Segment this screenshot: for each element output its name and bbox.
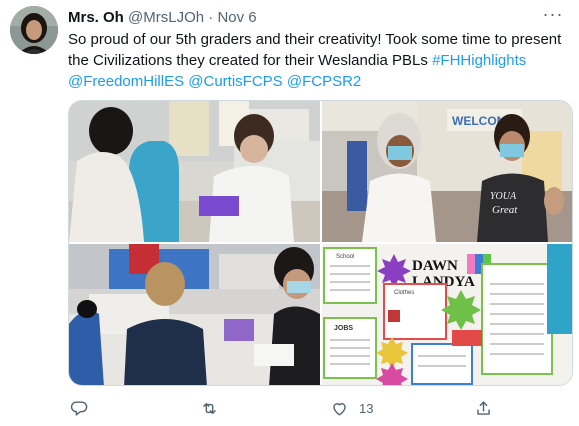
reply-icon [70,400,88,416]
more-options-icon[interactable]: ··· [541,5,565,25]
profile-photo [10,6,58,54]
heart-icon [333,402,346,416]
photo-4[interactable]: School DAWN LANDYA Clothes JOBS [322,244,572,385]
mention-link[interactable]: @CurtisFCPS [188,73,282,90]
shirt-text-1: YOUA [490,191,517,202]
share-button[interactable] [474,396,493,420]
retweet-icon [203,402,216,414]
reply-button[interactable] [70,396,99,420]
share-icon [477,400,490,415]
poster-label-clothes: Clothes [394,290,414,296]
separator-dot: · [208,9,214,26]
photo-2[interactable]: WELCOM YOUA Great [322,101,572,242]
author-handle[interactable]: @MrsLJOh [128,9,204,26]
photo-1[interactable] [69,101,320,242]
poster-label-school: School [336,254,354,260]
tweet-header: Mrs. Oh @MrsLJOh · Nov 6 [68,9,257,27]
poster-label-jobs: JOBS [334,325,353,332]
like-button[interactable]: 13 [330,396,373,420]
like-count: 13 [359,400,374,416]
tweet-timestamp[interactable]: Nov 6 [217,9,256,26]
avatar[interactable] [10,6,58,54]
media-grid: WELCOM YOUA Great School DAWN LANDYA Clo… [68,100,573,386]
mention-link[interactable]: @FreedomHillES [68,73,184,90]
photo-3[interactable] [69,244,320,385]
mention-link[interactable]: @FCPSR2 [287,73,361,90]
hashtag-link[interactable]: #FHHighlights [432,52,526,69]
shirt-text-2: Great [492,204,518,216]
tweet-body: So proud of our 5th graders and their cr… [68,29,568,92]
poster-title-line-1: DAWN [412,258,458,274]
retweet-button[interactable] [200,396,229,420]
author-name[interactable]: Mrs. Oh [68,9,124,26]
tweet-actions: 13 [68,396,498,420]
